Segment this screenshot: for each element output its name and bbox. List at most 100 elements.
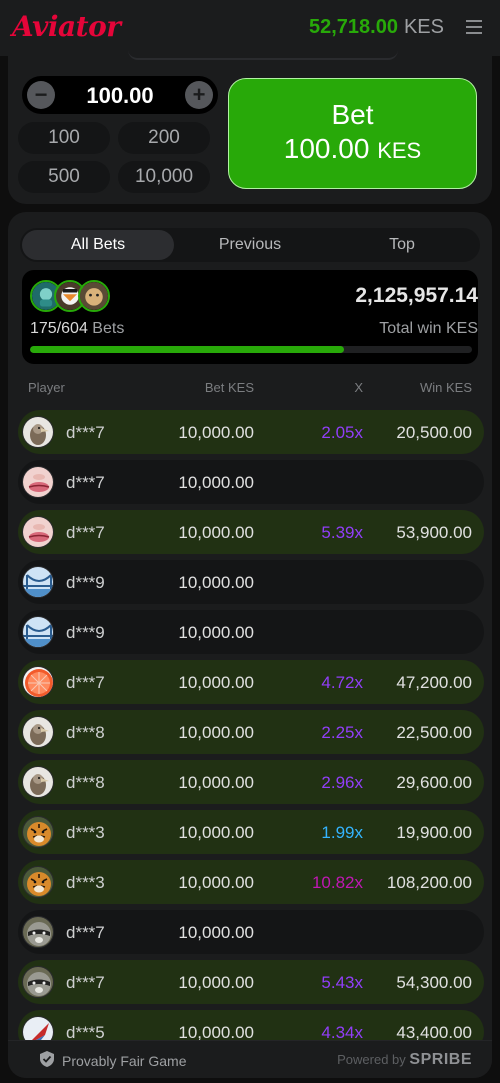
player-avatar [22,816,54,848]
bet-amount: 10,000.00 [178,623,254,642]
bet-amount: 10,000.00 [178,823,254,842]
bets-count-value: 175/604 [30,320,88,337]
bets-count-label: Bets [92,320,125,337]
bets-list: d***7 10,000.00 2.05x 20,500.00 d***7 10,000.… [18,410,484,1060]
player-avatar [22,866,54,898]
bet-button-label: Bet [331,99,374,130]
win-amount: 53,900.00 [396,523,472,542]
bet-amount: 10,000.00 [178,773,254,792]
bet-panel: − 100.00 + 100 200 500 10,000 Bet 100.00… [8,48,492,204]
provably-fair-link[interactable]: Provably Fair Game [62,1053,186,1069]
bet-amount: 10,000.00 [178,723,254,742]
quick-amount-button[interactable]: 10,000 [118,161,210,193]
bet-row: d***7 10,000.00 5.43x 54,300.00 [18,960,484,1004]
avatar [78,280,110,312]
player-avatar [22,966,54,998]
bets-tabs: All Bets Previous Top [20,228,480,262]
bet-row: d***3 10,000.00 10.82x 108,200.00 [18,860,484,904]
multiplier: 5.39x [321,523,363,542]
bets-count: 175/604 Bets [30,320,124,338]
spribe-logo: SPRIBE [409,1051,472,1068]
tab-previous[interactable]: Previous [174,228,326,262]
player-name: d***8 [66,723,105,742]
player-avatar [22,766,54,798]
bet-amount-input[interactable]: 100.00 [62,83,178,109]
decrease-button[interactable]: − [27,81,55,109]
bet-row: d***9 10,000.00 [18,560,484,604]
bet-button-amount-line: 100.00 KES [229,133,476,165]
player-name: d***9 [66,623,105,642]
win-amount: 47,200.00 [396,673,472,692]
bet-amount: 10,000.00 [178,573,254,592]
tab-all-bets[interactable]: All Bets [22,230,174,260]
increase-button[interactable]: + [185,81,213,109]
win-amount: 29,600.00 [396,773,472,792]
bet-amount: 10,000.00 [178,973,254,992]
hamburger-menu-icon[interactable] [466,20,482,34]
player-avatar [22,416,54,448]
column-header-bet: Bet KES [204,380,254,395]
bets-progress-fill [30,346,344,353]
bet-amount: 10,000.00 [178,923,254,942]
bet-amount: 10,000.00 [178,673,254,692]
multiplier: 4.72x [321,673,363,692]
player-name: d***7 [66,473,105,492]
multiplier: 10.82x [311,873,363,892]
multiplier: 2.96x [321,773,363,792]
bet-row: d***7 10,000.00 [18,460,484,504]
player-name: d***3 [66,823,105,842]
player-avatar [22,466,54,498]
player-avatar [22,716,54,748]
win-amount: 19,900.00 [396,823,472,842]
total-win-label: Total win KES [379,320,478,337]
multiplier: 5.43x [321,973,363,992]
win-amount: 20,500.00 [396,423,472,442]
player-avatar [22,566,54,598]
bet-amount: 10,000.00 [178,873,254,892]
bet-button-currency: KES [377,138,422,163]
player-name: d***7 [66,973,105,992]
column-header-win: Win KES [419,380,472,395]
quick-amount-button[interactable]: 200 [118,122,210,154]
place-bet-button[interactable]: Bet 100.00 KES [228,78,477,189]
column-header-multiplier: X [354,380,363,395]
bet-row: d***7 10,000.00 [18,910,484,954]
bet-row: d***8 10,000.00 2.96x 29,600.00 [18,760,484,804]
bet-button-amount: 100.00 [283,133,370,164]
player-avatar [22,916,54,948]
player-avatar [22,516,54,548]
bet-row: d***7 10,000.00 2.05x 20,500.00 [18,410,484,454]
player-avatar [22,666,54,698]
bet-row: d***9 10,000.00 [18,610,484,654]
aviator-logo[interactable]: Aviator [12,10,121,43]
balance-currency: KES [403,16,444,38]
balance-display: 52,718.00 KES [309,16,444,39]
bet-row: d***7 10,000.00 4.72x 47,200.00 [18,660,484,704]
footer: Provably Fair Game Powered by SPRIBE [8,1040,492,1078]
balance-amount: 52,718.00 [308,16,398,38]
player-name: d***8 [66,773,105,792]
win-amount: 22,500.00 [396,723,472,742]
player-name: d***7 [66,673,105,692]
player-avatar [22,616,54,648]
bet-row: d***3 10,000.00 1.99x 19,900.00 [18,810,484,854]
player-name: d***3 [66,873,105,892]
multiplier: 2.05x [321,423,363,442]
column-header-player: Player [28,380,65,395]
quick-amount-button[interactable]: 500 [18,161,110,193]
bets-progress-bar [30,346,472,353]
bet-amount: 10,000.00 [178,523,254,542]
player-name: d***7 [66,523,105,542]
tab-top[interactable]: Top [326,228,478,262]
multiplier: 2.25x [321,723,363,742]
multiplier: 1.99x [321,823,363,842]
win-amount: 108,200.00 [386,873,472,892]
player-name: d***7 [66,423,105,442]
bet-row: d***8 10,000.00 2.25x 22,500.00 [18,710,484,754]
win-amount: 54,300.00 [396,973,472,992]
player-name: d***9 [66,573,105,592]
bet-amount: 10,000.00 [178,473,254,492]
bet-amount-stepper: − 100.00 + [22,76,218,114]
bet-row: d***7 10,000.00 5.39x 53,900.00 [18,510,484,554]
quick-amount-button[interactable]: 100 [18,122,110,154]
